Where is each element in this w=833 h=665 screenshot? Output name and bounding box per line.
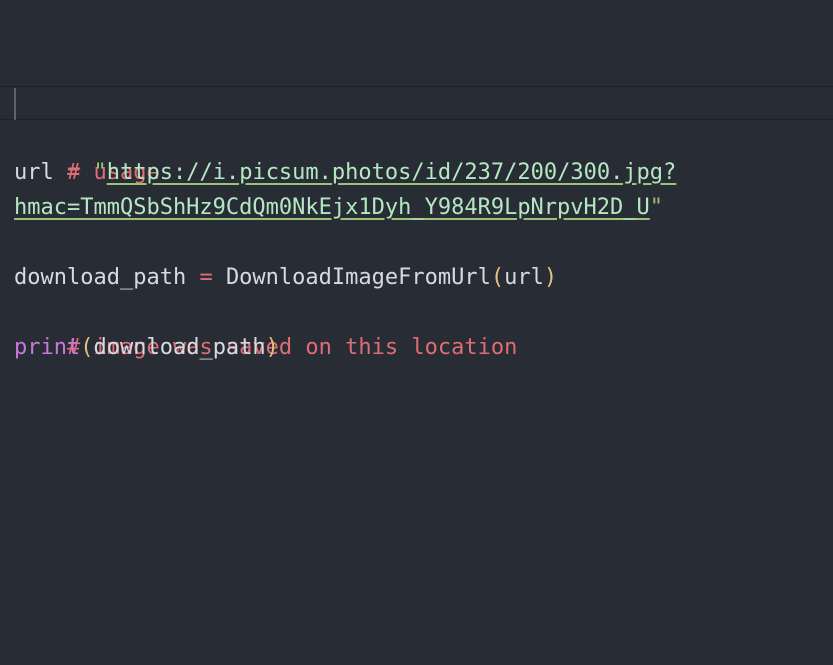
- code-line-5[interactable]: download_path = DownloadImageFromUrl(url…: [14, 260, 833, 295]
- code-line-1[interactable]: # usage: [14, 120, 833, 185]
- text-caret: [14, 88, 16, 120]
- assign-operator-2: =: [199, 265, 213, 290]
- assign-operator: =: [67, 160, 81, 185]
- string-quote-close: ": [649, 195, 664, 220]
- paren-close: ): [543, 265, 558, 290]
- paren-open: (: [490, 265, 505, 290]
- print-builtin: print: [14, 335, 81, 360]
- function-argument: url: [504, 265, 544, 290]
- code-line-3[interactable]: hmac=TmmQSbShHz9CdQm0NkEjx1Dyh_Y984R9LpN…: [14, 190, 833, 225]
- code-line-2[interactable]: url = "https://i.picsum.photos/id/237/20…: [14, 155, 833, 190]
- function-name: DownloadImageFromUrl: [225, 265, 491, 290]
- print-paren-open: (: [80, 335, 94, 360]
- download-path-variable: download_path: [14, 265, 187, 290]
- code-editor[interactable]: # usage url = "https://i.picsum.photos/i…: [14, 120, 833, 365]
- string-quote-open: ": [93, 160, 107, 185]
- active-line-highlight: [0, 86, 833, 120]
- print-argument: download_path: [93, 335, 266, 360]
- print-paren-close: ): [265, 335, 279, 360]
- url-link-part1[interactable]: https://i.picsum.photos/id/237/200/300.j…: [107, 160, 677, 185]
- url-link-part2[interactable]: hmac=TmmQSbShHz9CdQm0NkEjx1Dyh_Y984R9LpN…: [14, 195, 650, 220]
- url-variable: url: [14, 160, 54, 185]
- code-line-6[interactable]: # image was saved on this location: [14, 295, 833, 360]
- code-line-4-empty[interactable]: [14, 225, 833, 260]
